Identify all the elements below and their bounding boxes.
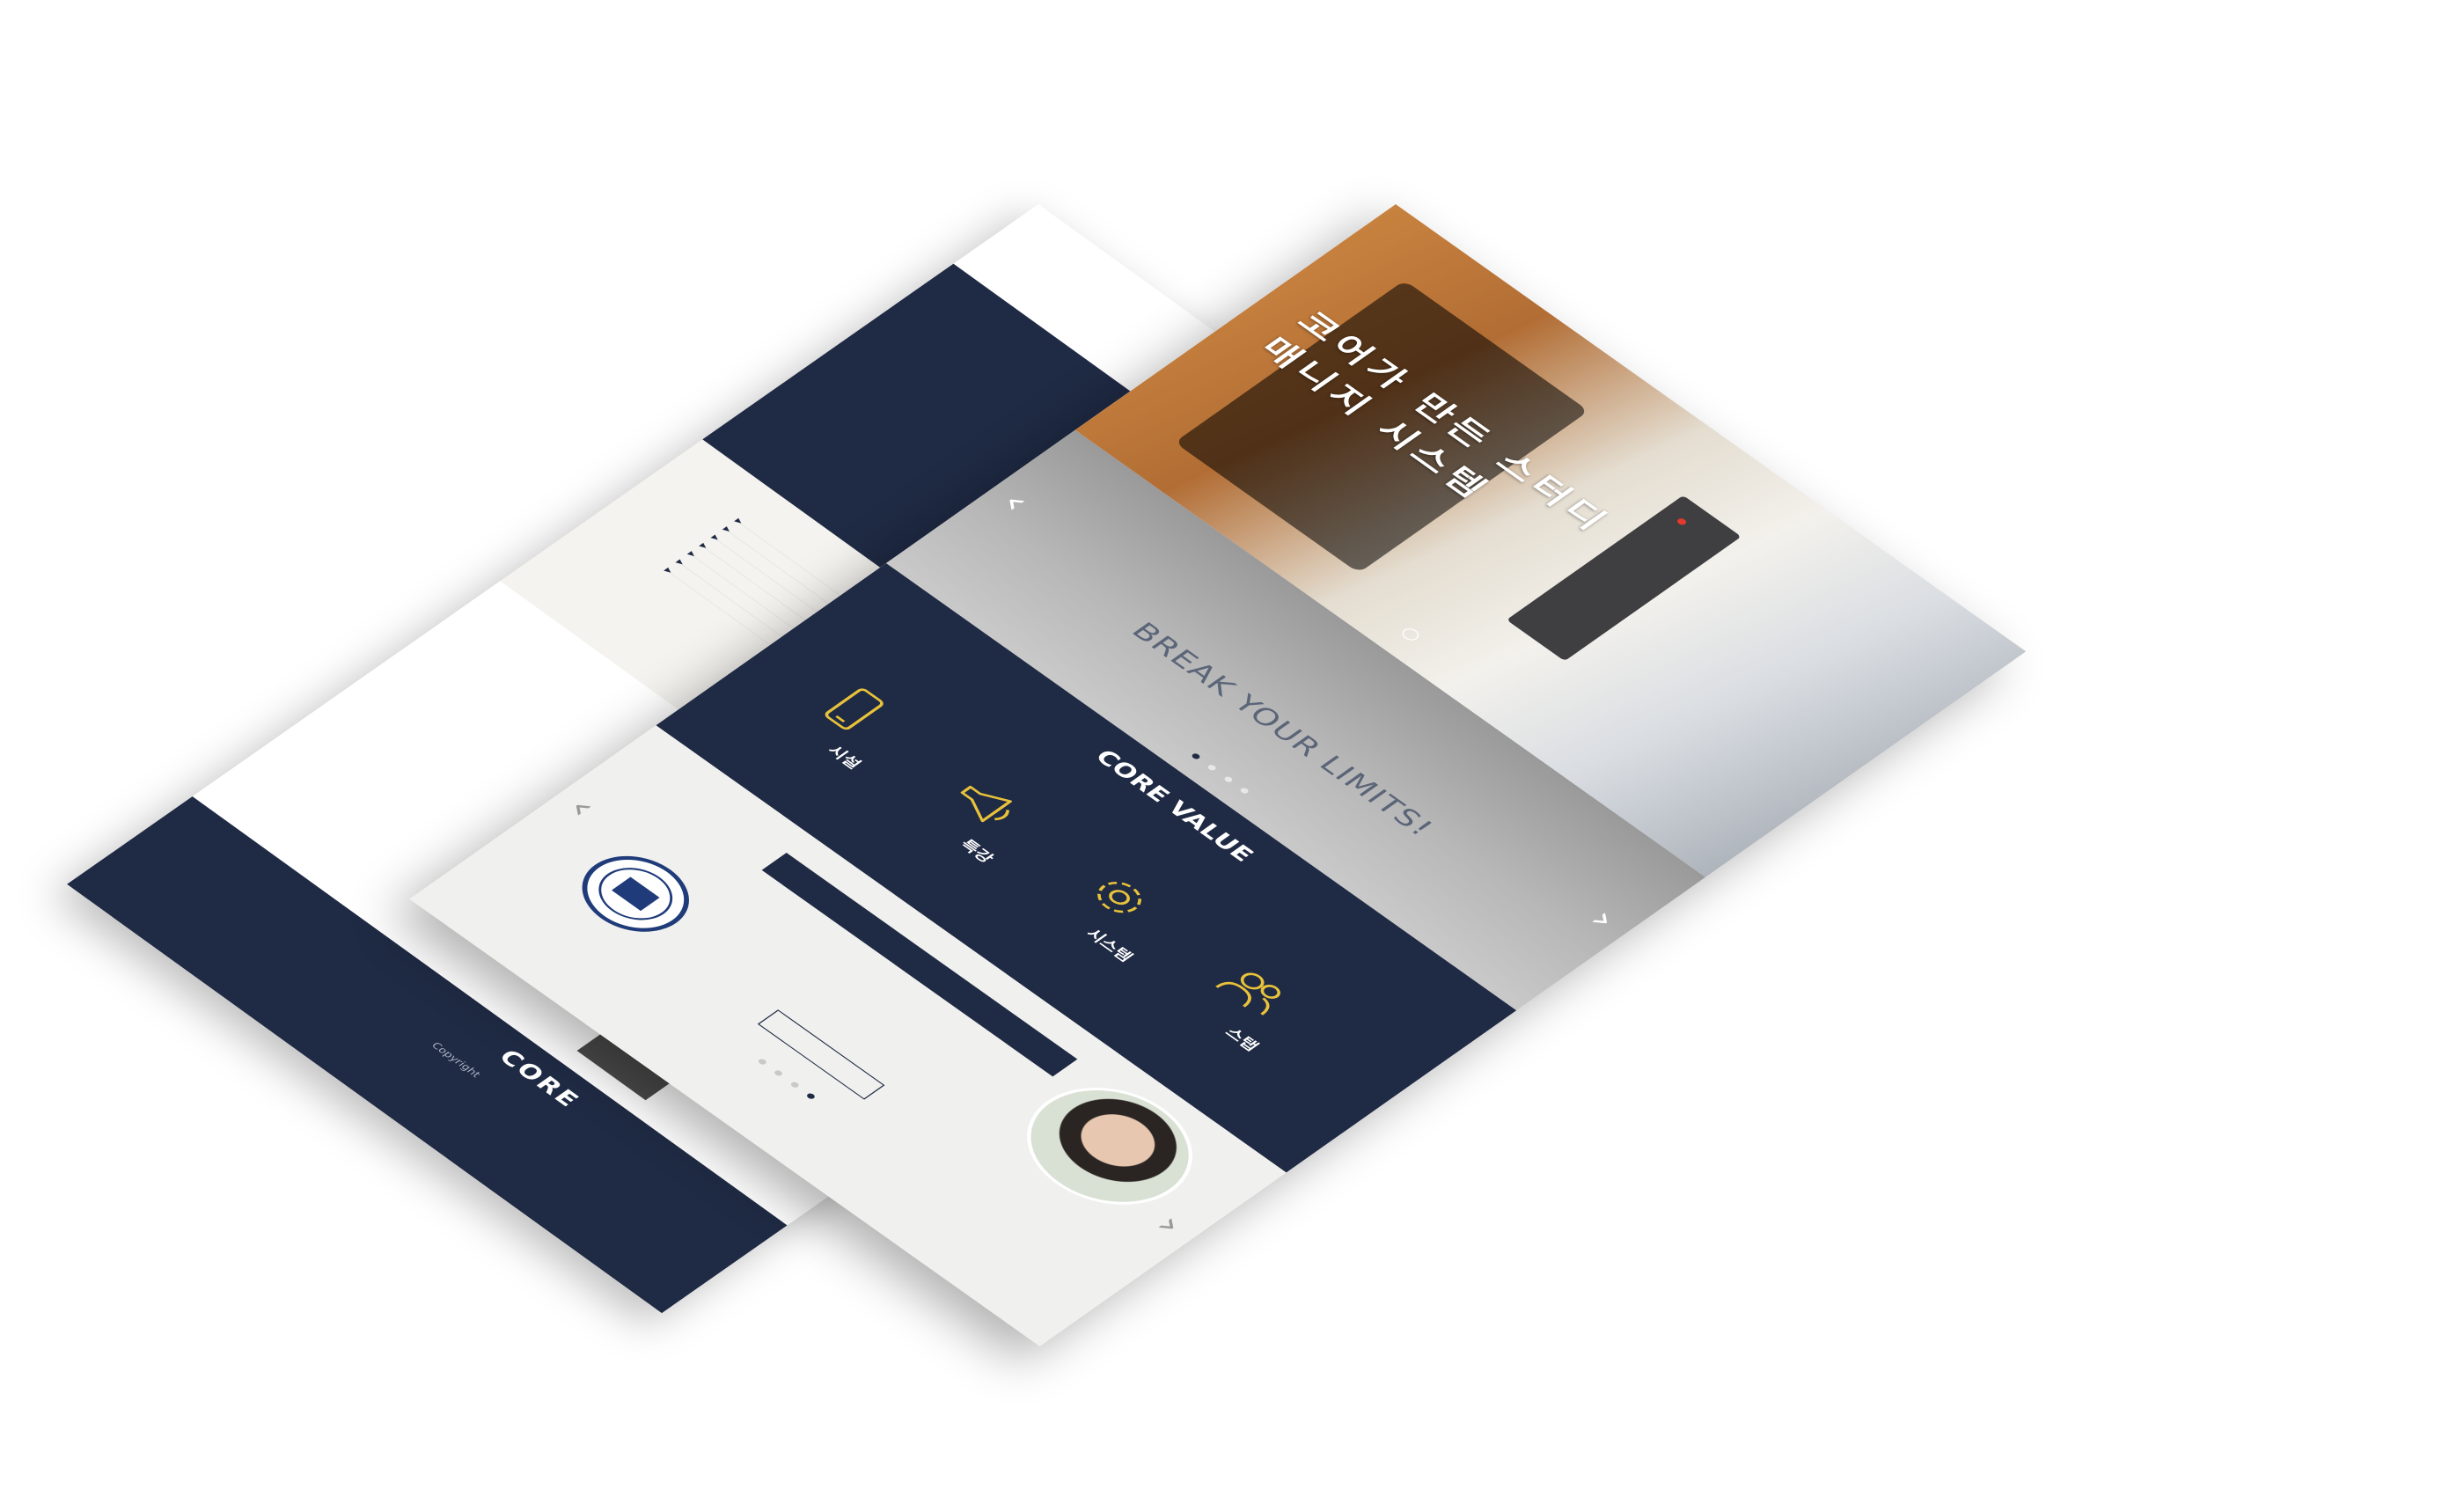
read-more-button[interactable] [757,1009,885,1100]
mockup-stage: CORE Copyright 코어가 만든 스터디 매니지 시스템 ○ ‹ › … [0,0,2464,1496]
scroll-down-icon[interactable]: ○ [1396,623,1426,645]
slider-dot[interactable] [788,1081,801,1089]
slider-dot[interactable] [1206,764,1218,772]
chevron-left-icon[interactable]: ‹ [559,790,606,824]
slider-dot[interactable] [1191,752,1202,760]
feature-system[interactable]: 시스템 [1039,859,1231,994]
feature-facility[interactable]: 시설 [774,671,966,807]
slider-dot[interactable] [1238,787,1250,795]
slider-dot[interactable] [805,1092,817,1100]
slider-dot[interactable] [1222,775,1234,783]
slider-dot[interactable] [773,1069,784,1077]
slider-dot[interactable] [757,1058,768,1066]
feature-lecture[interactable]: 특강 [906,765,1098,900]
chevron-right-icon[interactable]: › [1147,1207,1194,1241]
feature-staff[interactable]: 스탭 [1172,953,1364,1089]
